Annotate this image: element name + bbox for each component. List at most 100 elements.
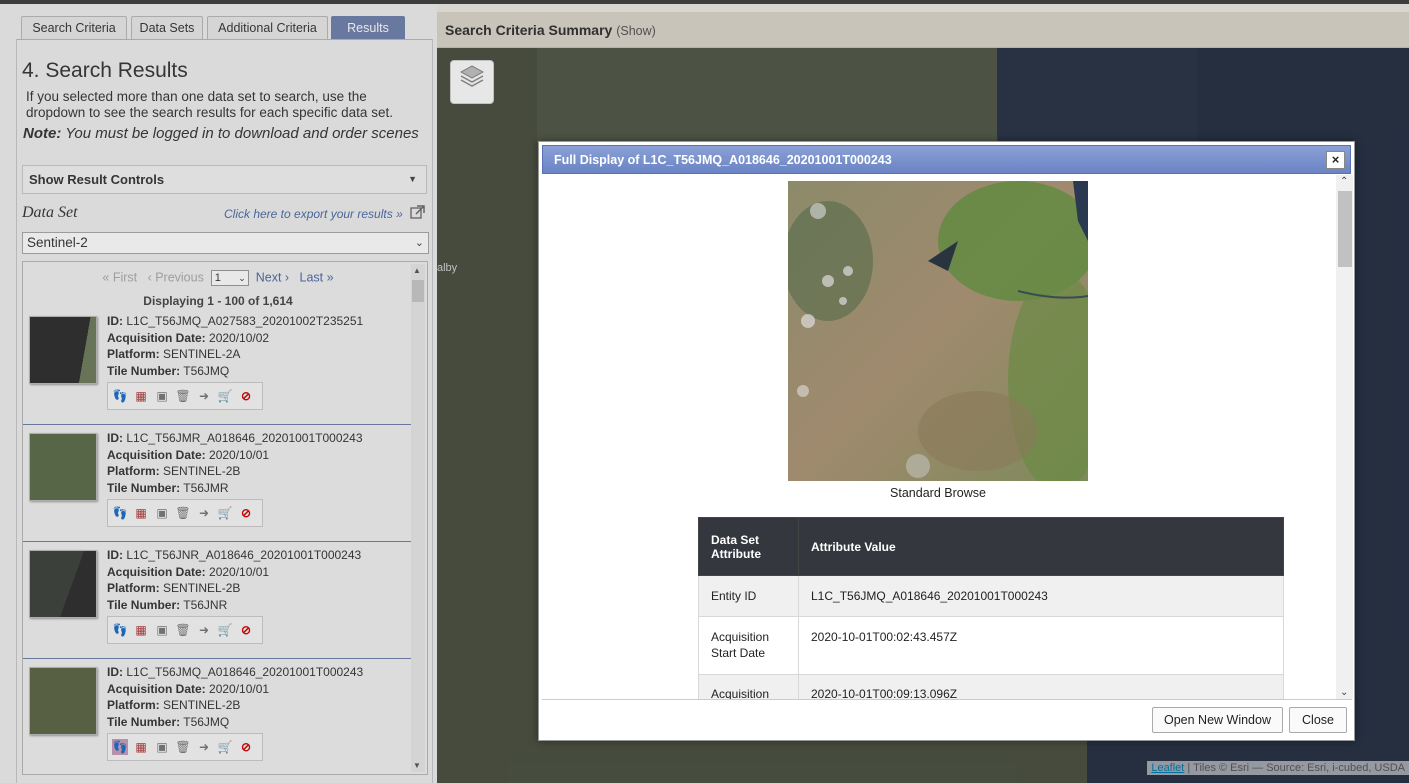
external-link-icon[interactable] [410, 205, 425, 219]
results-title: 4. Search Results [22, 59, 188, 82]
tile-label: Tile Number: [107, 598, 181, 613]
footprint-icon[interactable]: 👣 [112, 505, 128, 521]
tab-data-sets[interactable]: Data Sets [131, 16, 203, 39]
dialog-body: Standard Browse Data Set Attribute Attri… [542, 175, 1337, 699]
list-item: ID: L1C_T56JMQ_A027583_20201002T235251 A… [23, 308, 411, 425]
scene-thumbnail[interactable] [29, 550, 97, 618]
panel-border [432, 39, 433, 783]
dialog-scrollbar[interactable]: ⌃ ⌄ [1336, 175, 1353, 699]
scene-info: ID: L1C_T56JMR_A018646_20201001T000243 A… [107, 430, 363, 497]
table-header-row: Data Set Attribute Attribute Value [698, 517, 1284, 576]
chevron-up-icon[interactable]: ⌃ [1340, 176, 1348, 187]
tile-number: T56JMR [183, 481, 229, 496]
tile-number: T56JMQ [183, 364, 230, 379]
download-icon[interactable]: ➜ [196, 739, 212, 755]
exclude-icon[interactable]: 🗑 [175, 505, 191, 521]
acq-label: Acquisition Date: [107, 330, 206, 345]
scene-info: ID: L1C_T56JMQ_A018646_20201001T000243 A… [107, 664, 363, 731]
tab-results[interactable]: Results [331, 16, 405, 39]
platform-label: Platform: [107, 464, 160, 479]
browse-caption: Standard Browse [890, 486, 986, 500]
tile-label: Tile Number: [107, 481, 181, 496]
download-icon[interactable]: ➜ [196, 622, 212, 638]
cart-icon[interactable]: 🛒 [217, 388, 233, 404]
footprint-icon[interactable]: 👣 [112, 388, 128, 404]
displaying-count: Displaying 1 - 100 of 1,614 [143, 294, 293, 308]
exclude-icon[interactable]: 🗑 [175, 622, 191, 638]
column-header-value: Attribute Value [798, 517, 1284, 576]
id-label: ID: [107, 431, 123, 445]
pager-first: « First [102, 270, 138, 285]
tile-number: T56JMQ [183, 715, 230, 730]
acq-label: Acquisition Date: [107, 681, 206, 696]
cart-icon[interactable]: 🛒 [217, 622, 233, 638]
overlay-icon[interactable]: ▦ [133, 622, 149, 638]
scene-id: L1C_T56JMQ_A018646_20201001T000243 [126, 665, 364, 679]
scene-thumbnail[interactable] [29, 433, 97, 501]
overlay-icon[interactable]: ▦ [133, 739, 149, 755]
tab-divider [16, 39, 433, 40]
table-row: Entity ID L1C_T56JMQ_A018646_20201001T00… [698, 575, 1284, 617]
footprint-icon[interactable]: 👣 [112, 739, 128, 755]
open-new-window-button[interactable]: Open New Window [1152, 707, 1283, 733]
export-results-link[interactable]: Click here to export your results » [224, 207, 403, 221]
chevron-down-icon: ⌄ [414, 237, 424, 249]
full-display-dialog: Full Display of L1C_T56JMQ_A018646_20201… [538, 141, 1355, 741]
scene-id: L1C_T56JMR_A018646_20201001T000243 [126, 431, 363, 445]
hide-icon[interactable]: ⊘ [238, 622, 254, 638]
platform-label: Platform: [107, 347, 160, 362]
column-header-attribute: Data Set Attribute [698, 517, 799, 576]
show-result-controls-toggle[interactable]: Show Result Controls ▼ [22, 165, 427, 194]
dataset-select[interactable]: Sentinel-2 ⌄ [22, 232, 429, 254]
compare-icon[interactable]: ▣ [154, 622, 170, 638]
scroll-down-icon[interactable]: ▼ [413, 761, 421, 770]
dataset-label: Data Set [22, 204, 78, 221]
scroll-up-icon[interactable]: ▲ [413, 266, 421, 275]
results-scrollbar[interactable]: ▲ ▼ [411, 264, 425, 772]
scene-thumbnail[interactable] [29, 667, 97, 735]
attribute-value: 2020-10-01T00:02:43.457Z [798, 616, 1284, 675]
chevron-down-icon[interactable]: ⌄ [1340, 687, 1348, 698]
cart-icon[interactable]: 🛒 [217, 739, 233, 755]
pager-next[interactable]: Next › [256, 270, 289, 284]
id-label: ID: [107, 665, 123, 679]
panel-border [16, 39, 17, 783]
dialog-title: Full Display of L1C_T56JMQ_A018646_20201… [554, 153, 892, 167]
scene-toolbar: 👣 ▦ ▣ 🗑 ➜ 🛒 ⊘ [107, 499, 263, 527]
id-label: ID: [107, 314, 123, 328]
compare-icon[interactable]: ▣ [154, 388, 170, 404]
table-row: Acquisition 2020-10-01T00:09:13.096Z [698, 674, 1284, 699]
attribute-value: L1C_T56JMQ_A018646_20201001T000243 [798, 575, 1284, 617]
tab-additional-criteria[interactable]: Additional Criteria [207, 16, 328, 39]
close-button[interactable]: Close [1289, 707, 1347, 733]
overlay-icon[interactable]: ▦ [133, 505, 149, 521]
scene-thumbnail[interactable] [29, 316, 97, 384]
compare-icon[interactable]: ▣ [154, 739, 170, 755]
download-icon[interactable]: ➜ [196, 505, 212, 521]
scrollbar-thumb[interactable] [412, 280, 424, 302]
tab-search-criteria[interactable]: Search Criteria [21, 16, 127, 39]
page-select[interactable]: 1 ⌄ [210, 270, 249, 286]
tile-label: Tile Number: [107, 715, 181, 730]
note-label: Note: [23, 125, 62, 142]
dialog-footer: Open New Window Close [542, 699, 1352, 739]
footprint-icon[interactable]: 👣 [112, 622, 128, 638]
exclude-icon[interactable]: 🗑 [175, 388, 191, 404]
hide-icon[interactable]: ⊘ [238, 505, 254, 521]
hide-icon[interactable]: ⊘ [238, 739, 254, 755]
list-item: ID: L1C_T56JNR_A018646_20201001T000243 A… [23, 542, 411, 659]
compare-icon[interactable]: ▣ [154, 505, 170, 521]
exclude-icon[interactable]: 🗑 [175, 739, 191, 755]
platform-label: Platform: [107, 698, 160, 713]
acq-label: Acquisition Date: [107, 447, 206, 462]
scrollbar-thumb[interactable] [1338, 191, 1352, 267]
platform: SENTINEL-2A [163, 347, 241, 362]
pager-last[interactable]: Last » [300, 270, 334, 284]
cart-icon[interactable]: 🛒 [217, 505, 233, 521]
download-icon[interactable]: ➜ [196, 388, 212, 404]
platform: SENTINEL-2B [163, 581, 241, 596]
overlay-icon[interactable]: ▦ [133, 388, 149, 404]
tile-number: T56JNR [183, 598, 228, 613]
hide-icon[interactable]: ⊘ [238, 388, 254, 404]
close-icon[interactable]: × [1326, 151, 1345, 169]
